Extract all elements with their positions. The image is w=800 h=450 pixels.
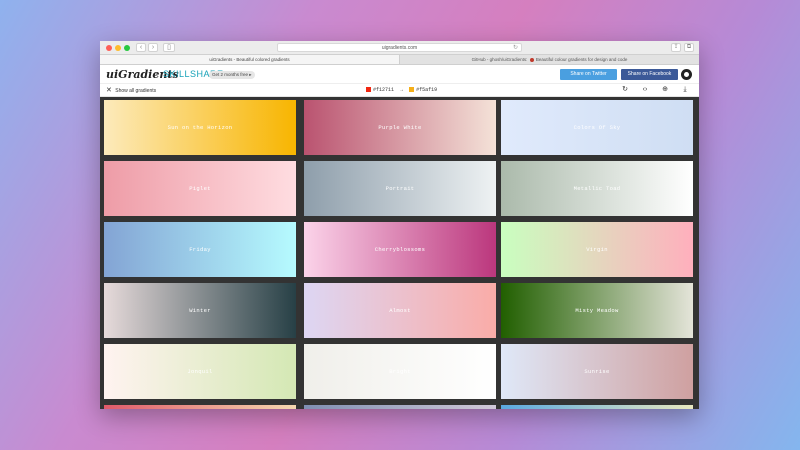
gradient-card[interactable]: Cherryblossoms xyxy=(304,222,496,277)
gradient-name: Misty Meadow xyxy=(575,307,619,314)
gradient-card[interactable]: Metallic Toad xyxy=(501,161,693,216)
gradient-name: Sunrise xyxy=(584,368,610,375)
share-twitter-label: Share on Twitter xyxy=(570,71,607,77)
back-button[interactable]: ‹ xyxy=(136,43,146,52)
tabs-overview-icon[interactable]: ⧉ xyxy=(684,43,694,52)
gradient-card[interactable]: Portrait xyxy=(304,161,496,216)
gradient-card[interactable]: Colors Of Sky xyxy=(501,100,693,155)
arrow-right-icon: → xyxy=(400,87,404,93)
gradient-name: Colors Of Sky xyxy=(573,124,621,131)
tab-label: uiGradients - Beautiful colored gradient… xyxy=(209,57,290,62)
show-all-label: Show all gradients xyxy=(115,88,157,94)
tab-github[interactable]: GitHub - ghosh/uiGradients: Beautiful co… xyxy=(399,55,699,64)
maximize-window-button[interactable] xyxy=(124,45,130,51)
gradient-card[interactable]: Virgin xyxy=(501,222,693,277)
gradient-card[interactable]: Almost xyxy=(304,283,496,338)
show-all-gradients-button[interactable]: ✕ Show all gradients xyxy=(106,86,156,96)
github-icon[interactable] xyxy=(681,69,692,80)
gradient-name: Cherryblossoms xyxy=(374,246,426,253)
color-to-swatch xyxy=(409,87,415,93)
gradient-toolbar: ✕ Show all gradients #f12711 → #f5af19 ↻… xyxy=(100,84,699,97)
gradient-name: Purple White xyxy=(378,124,422,131)
gradient-card[interactable]: Jonquil xyxy=(104,344,296,399)
gradient-name: Metallic Toad xyxy=(573,185,621,192)
minimize-window-button[interactable] xyxy=(115,45,121,51)
gradient-card[interactable]: Sunrise xyxy=(501,344,693,399)
share-facebook-label: Share on Facebook xyxy=(627,71,672,77)
close-icon: ✕ xyxy=(106,87,112,94)
address-bar[interactable]: uigradients.com ↻ xyxy=(277,43,522,52)
gradient-card[interactable]: Piglet xyxy=(104,161,296,216)
tab-label-prefix: GitHub - ghosh/uiGradients: xyxy=(471,57,528,62)
gradient-card[interactable] xyxy=(104,405,296,409)
share-facebook-button[interactable]: Share on Facebook xyxy=(621,69,678,80)
gradient-name: Portrait xyxy=(385,185,415,192)
github-favicon-icon xyxy=(529,57,534,62)
gradient-name: Bright xyxy=(389,368,411,375)
gradient-name: Almost xyxy=(389,307,411,314)
gradient-card[interactable]: Purple White xyxy=(304,100,496,155)
gradient-name: Friday xyxy=(189,246,211,253)
gradient-grid: Sun on the Horizon Purple White Colors Of … xyxy=(100,97,699,409)
share-icon[interactable]: ⇪ xyxy=(671,43,681,52)
sidebar-toggle-icon[interactable]: ▯ xyxy=(163,43,175,52)
tab-bar: uiGradients - Beautiful colored gradient… xyxy=(100,55,699,65)
tab-label-suffix: Beautiful colour gradients for design an… xyxy=(535,57,628,62)
rotate-icon[interactable]: ↻ xyxy=(621,85,629,95)
current-gradient-colors: #f12711 → #f5af19 xyxy=(366,86,437,95)
gradient-card[interactable]: Winter xyxy=(104,283,296,338)
sponsor-separator-icon: ▸ xyxy=(156,72,160,78)
download-icon[interactable]: ⤓ xyxy=(681,85,689,95)
forward-button[interactable]: › xyxy=(148,43,158,52)
share-twitter-button[interactable]: Share on Twitter xyxy=(560,69,617,80)
tab-uigradients[interactable]: uiGradients - Beautiful colored gradient… xyxy=(100,55,399,64)
title-bar: ‹ › ▯ uigradients.com ↻ ⇪ ⧉ xyxy=(100,41,699,55)
close-window-button[interactable] xyxy=(106,45,112,51)
browser-window: ‹ › ▯ uigradients.com ↻ ⇪ ⧉ uiGradients … xyxy=(100,41,699,409)
url-text: uigradients.com xyxy=(381,45,418,51)
gradient-card[interactable]: Friday xyxy=(104,222,296,277)
gradient-name: Sun on the Horizon xyxy=(167,124,233,131)
site-header: uiGradients ▸ SKILLSHARE Get 2 months fr… xyxy=(100,65,699,84)
window-buttons: ⇪ ⧉ xyxy=(671,43,694,52)
toolbar-actions: ↻ ‹› ⊕ ⤓ xyxy=(621,85,689,95)
window-controls xyxy=(106,45,130,51)
promo-badge[interactable]: Get 2 months free ▸ xyxy=(209,71,255,79)
gradient-name: Winter xyxy=(189,307,211,314)
gradient-name: Jonquil xyxy=(187,368,213,375)
nav-buttons: ‹ › ▯ xyxy=(136,43,175,52)
reload-icon[interactable]: ↻ xyxy=(513,44,518,52)
gradient-card[interactable]: Sun on the Horizon xyxy=(104,100,296,155)
gradient-name: Virgin xyxy=(586,246,608,253)
color-from-code[interactable]: #f12711 xyxy=(373,87,394,93)
color-from-swatch xyxy=(366,87,371,93)
color-to-code[interactable]: #f5af19 xyxy=(416,87,437,93)
gradient-card[interactable]: Bright xyxy=(304,344,496,399)
add-icon[interactable]: ⊕ xyxy=(661,85,669,95)
code-icon[interactable]: ‹› xyxy=(641,85,649,95)
gradient-card[interactable] xyxy=(304,405,496,409)
gradient-name: Piglet xyxy=(189,185,211,192)
gradient-card[interactable]: Misty Meadow xyxy=(501,283,693,338)
gradient-card[interactable] xyxy=(501,405,693,409)
